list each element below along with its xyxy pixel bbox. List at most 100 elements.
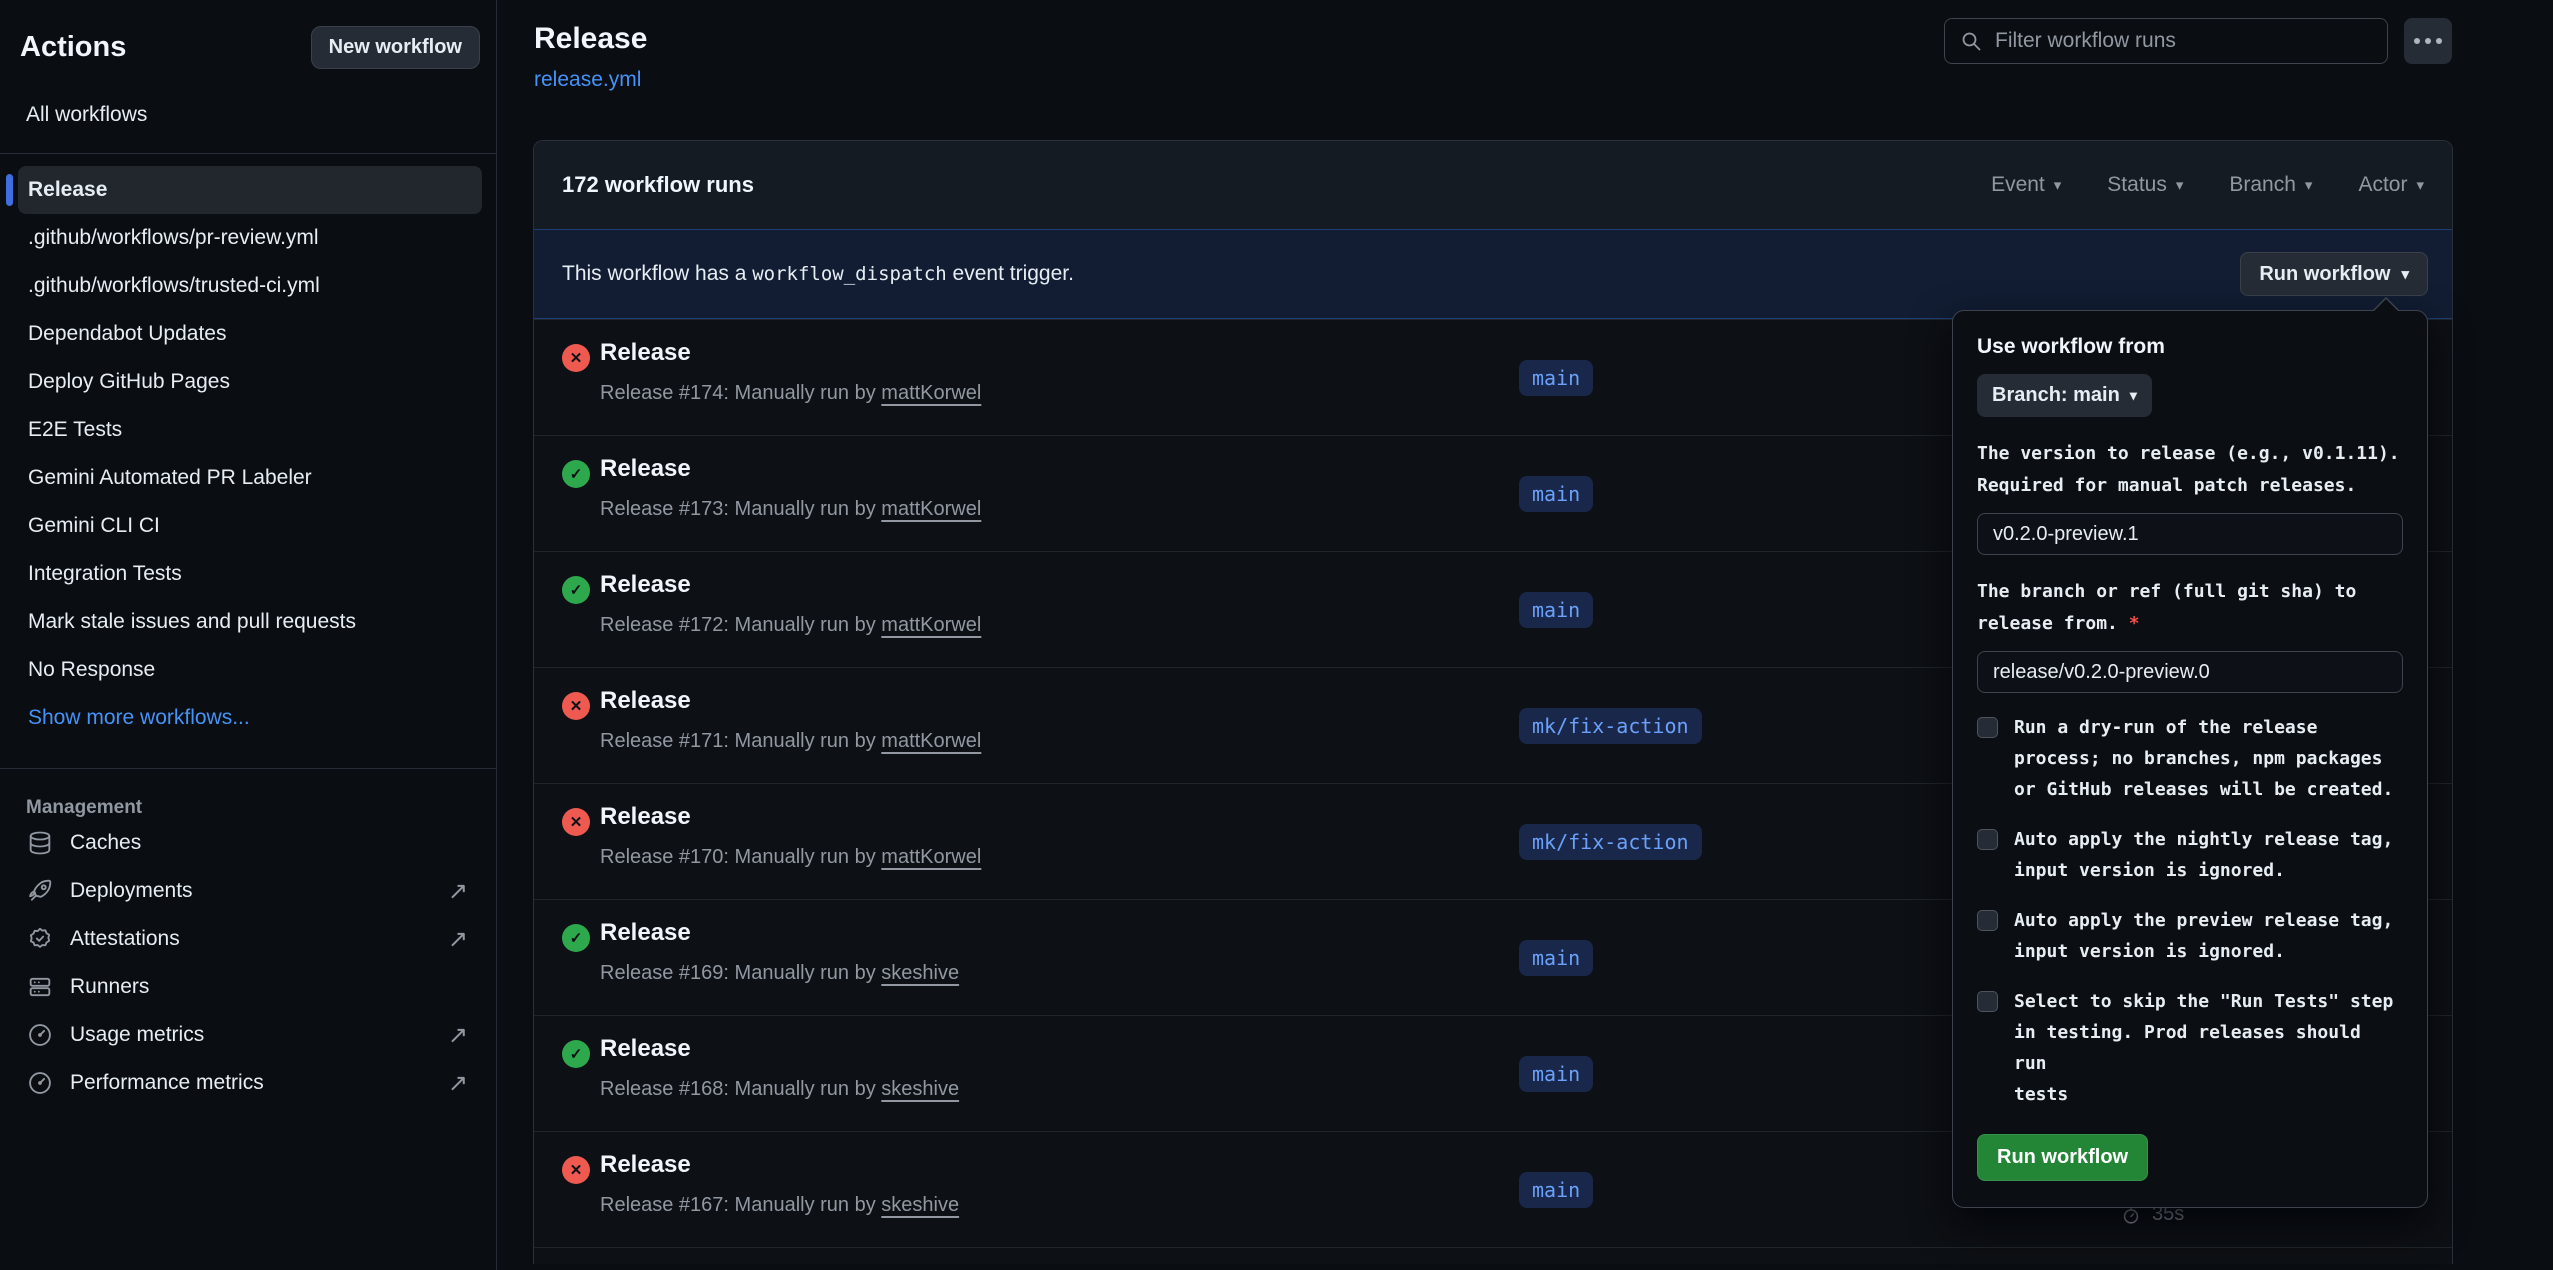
meter-icon [26, 1021, 54, 1049]
external-link-icon: ↗ [448, 1069, 468, 1098]
sidebar-item-trusted-ci[interactable]: .github/workflows/trusted-ci.yml [18, 262, 482, 310]
management-label: Management [20, 797, 476, 819]
branch-badge[interactable]: main [1519, 476, 1593, 512]
skip-tests-option: Select to skip the "Run Tests" step in t… [1977, 986, 2403, 1110]
actor-link[interactable]: mattKorwel [881, 498, 981, 520]
external-link-icon: ↗ [448, 877, 468, 906]
actor-link[interactable]: skeshive [881, 1078, 959, 1100]
nightly-tag-checkbox[interactable] [1977, 829, 1998, 850]
version-input-label: The version to release (e.g., v0.1.11). … [1977, 438, 2403, 502]
sidebar-item-attestations[interactable]: Attestations ↗ [20, 915, 476, 963]
run-count: 172 workflow runs [562, 172, 754, 198]
sidebar-item-gemini-cli-ci[interactable]: Gemini CLI CI [18, 502, 482, 550]
actor-link[interactable]: mattKorwel [881, 730, 981, 752]
chevron-down-icon: ▾ [2305, 176, 2313, 194]
sidebar-item-dependabot-updates[interactable]: Dependabot Updates [18, 310, 482, 358]
run-workflow-dropdown-button[interactable]: Run workflow▾ [2240, 252, 2428, 296]
ref-input-label: The branch or ref (full git sha) to rele… [1977, 576, 2403, 640]
sidebar-item-e2e-tests[interactable]: E2E Tests [18, 406, 482, 454]
branch-badge[interactable]: mk/fix-action [1519, 708, 1702, 744]
ref-input[interactable] [1977, 651, 2403, 693]
sidebar-item-deployments[interactable]: Deployments ↗ [20, 867, 476, 915]
chevron-down-icon: ▾ [2401, 265, 2409, 283]
actor-link[interactable]: skeshive [881, 1194, 959, 1216]
run-filters: Event▾ Status▾ Branch▾ Actor▾ [1991, 173, 2424, 197]
runs-panel-header: 172 workflow runs Event▾ Status▾ Branch▾… [534, 141, 2452, 229]
preview-tag-label: Auto apply the preview release tag, inpu… [2014, 905, 2393, 967]
sidebar-item-pr-review[interactable]: .github/workflows/pr-review.yml [18, 214, 482, 262]
run-title-link[interactable]: Release [600, 455, 691, 483]
run-title-link[interactable]: Release [600, 919, 691, 947]
server-icon [26, 973, 54, 1001]
run-title-link[interactable]: Release [600, 803, 691, 831]
x-circle-icon: ✕ [562, 1156, 590, 1184]
branch-badge[interactable]: main [1519, 1172, 1593, 1208]
management-item-label: Performance metrics [70, 1071, 264, 1095]
workflow-list: Release .github/workflows/pr-review.yml … [0, 154, 496, 742]
sidebar-item-performance-metrics[interactable]: Performance metrics ↗ [20, 1059, 476, 1107]
run-title-link[interactable]: Release [600, 1035, 691, 1063]
filter-workflow-runs-input[interactable] [1995, 29, 2373, 53]
verified-badge-icon [26, 925, 54, 953]
workflow-options-kebab-icon[interactable] [2404, 18, 2452, 64]
branch-badge[interactable]: main [1519, 592, 1593, 628]
branch-selector-button[interactable]: Branch: main▾ [1977, 374, 2152, 417]
run-title-link[interactable]: Release [600, 339, 691, 367]
branch-badge[interactable]: mk/fix-action [1519, 824, 1702, 860]
page-title: Actions [20, 31, 126, 64]
actor-link[interactable]: skeshive [881, 962, 959, 984]
run-title-link[interactable]: Release [600, 571, 691, 599]
chevron-down-icon: ▾ [2416, 176, 2424, 194]
sidebar-item-mark-stale[interactable]: Mark stale issues and pull requests [18, 598, 482, 646]
sidebar-item-integration-tests[interactable]: Integration Tests [18, 550, 482, 598]
new-workflow-button[interactable]: New workflow [311, 26, 480, 69]
filter-branch[interactable]: Branch▾ [2229, 173, 2312, 197]
run-description: Release #174: Manually run by mattKorwel [600, 382, 981, 405]
preview-tag-option: Auto apply the preview release tag, inpu… [1977, 905, 2403, 967]
run-title-link[interactable]: Release [600, 687, 691, 715]
sidebar-item-no-response[interactable]: No Response [18, 646, 482, 694]
management-item-label: Usage metrics [70, 1023, 204, 1047]
sidebar-item-deploy-github-pages[interactable]: Deploy GitHub Pages [18, 358, 482, 406]
branch-badge[interactable]: main [1519, 940, 1593, 976]
run-workflow-submit-button[interactable]: Run workflow [1977, 1134, 2148, 1181]
sidebar-item-all-workflows[interactable]: All workflows [0, 103, 496, 127]
workflow-title: Release [534, 22, 647, 56]
x-circle-icon: ✕ [562, 344, 590, 372]
actor-link[interactable]: mattKorwel [881, 846, 981, 868]
search-icon [1959, 29, 1983, 53]
nightly-tag-option: Auto apply the nightly release tag, inpu… [1977, 824, 2403, 886]
branch-badge[interactable]: main [1519, 1056, 1593, 1092]
banner-text: This workflow has a workflow_dispatch ev… [562, 262, 1074, 286]
dry-run-option: Run a dry-run of the release process; no… [1977, 712, 2403, 805]
skip-tests-checkbox[interactable] [1977, 991, 1998, 1012]
sidebar-item-runners[interactable]: Runners [20, 963, 476, 1011]
check-circle-icon: ✓ [562, 576, 590, 604]
management-item-label: Deployments [70, 879, 193, 903]
branch-badge[interactable]: main [1519, 360, 1593, 396]
external-link-icon: ↗ [448, 1021, 468, 1050]
run-description: Release #171: Manually run by mattKorwel [600, 730, 981, 753]
sidebar-item-release[interactable]: Release [18, 166, 482, 214]
actor-link[interactable]: mattKorwel [881, 614, 981, 636]
show-more-workflows-link[interactable]: Show more workflows... [18, 694, 482, 742]
run-description: Release #170: Manually run by mattKorwel [600, 846, 981, 869]
filter-event[interactable]: Event▾ [1991, 173, 2061, 197]
sidebar-item-usage-metrics[interactable]: Usage metrics ↗ [20, 1011, 476, 1059]
filter-workflow-runs-box [1944, 18, 2388, 64]
rocket-icon [26, 877, 54, 905]
sidebar-item-gemini-pr-labeler[interactable]: Gemini Automated PR Labeler [18, 454, 482, 502]
run-title-link[interactable]: Release [600, 1151, 691, 1179]
x-circle-icon: ✕ [562, 692, 590, 720]
version-input[interactable] [1977, 513, 2403, 555]
preview-tag-checkbox[interactable] [1977, 910, 1998, 931]
dry-run-checkbox[interactable] [1977, 717, 1998, 738]
popover-heading: Use workflow from [1977, 335, 2403, 359]
actor-link[interactable]: mattKorwel [881, 382, 981, 404]
workflow-file-link[interactable]: release.yml [534, 68, 641, 92]
filter-status[interactable]: Status▾ [2107, 173, 2183, 197]
actions-sidebar: Actions New workflow All workflows Relea… [0, 0, 497, 1270]
sidebar-item-caches[interactable]: Caches [20, 819, 476, 867]
filter-actor[interactable]: Actor▾ [2358, 173, 2424, 197]
divider [0, 768, 496, 769]
